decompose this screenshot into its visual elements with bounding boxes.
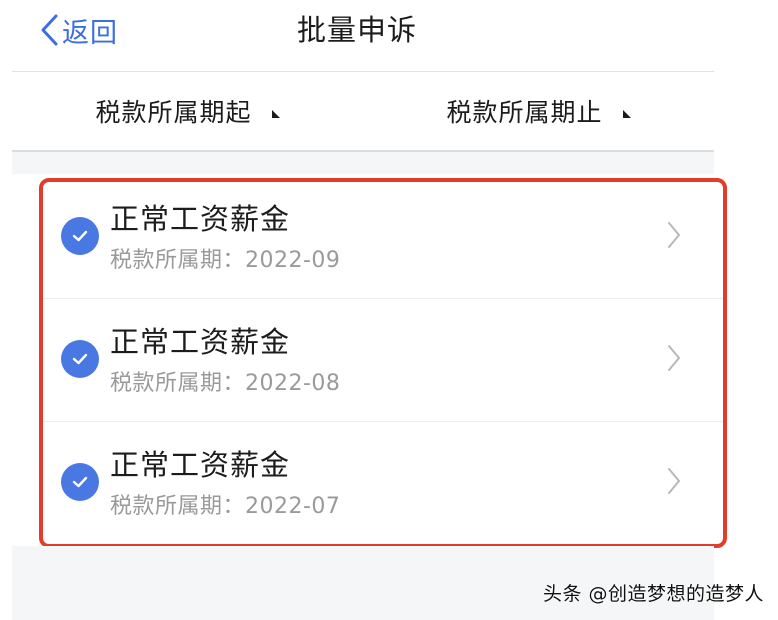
filter-start-period[interactable]: 税款所属期起 (12, 72, 363, 150)
caret-icon (622, 110, 631, 118)
list-item[interactable]: 正常工资薪金 税款所属期：2022-07 (40, 422, 724, 544)
item-period: 税款所属期：2022-07 (110, 494, 341, 519)
list-item[interactable]: 正常工资薪金 税款所属期：2022-08 (40, 299, 724, 422)
item-period: 税款所属期：2022-08 (110, 371, 341, 396)
chevron-right-icon (668, 468, 680, 494)
item-title: 正常工资薪金 (110, 325, 291, 359)
screen: 返回 批量申诉 税款所属期起 税款所属期止 正常工资薪金 税款所属期：2022-… (0, 0, 778, 620)
check-circle-icon[interactable] (61, 340, 99, 378)
check-circle-icon[interactable] (61, 463, 99, 501)
item-title: 正常工资薪金 (110, 448, 291, 482)
check-circle-icon[interactable] (61, 217, 99, 255)
filter-end-period[interactable]: 税款所属期止 (363, 72, 714, 150)
filter-bar: 税款所属期起 税款所属期止 (12, 72, 714, 150)
item-period: 税款所属期：2022-09 (110, 248, 341, 273)
filter-end-label: 税款所属期止 (446, 98, 603, 127)
section-spacer (12, 152, 714, 174)
filter-start-label: 税款所属期起 (95, 98, 252, 127)
appeal-list: 正常工资薪金 税款所属期：2022-09 正常工资薪金 税款所属期：2022-0… (40, 176, 724, 544)
caret-icon (271, 110, 280, 118)
item-title: 正常工资薪金 (110, 202, 291, 236)
header: 返回 批量申诉 (0, 0, 714, 60)
chevron-right-icon (668, 345, 680, 371)
page-title: 批量申诉 (296, 13, 417, 47)
list-item[interactable]: 正常工资薪金 税款所属期：2022-09 (40, 176, 724, 299)
watermark: 头条 @创造梦想的造梦人 (542, 583, 764, 605)
chevron-right-icon (668, 222, 680, 248)
